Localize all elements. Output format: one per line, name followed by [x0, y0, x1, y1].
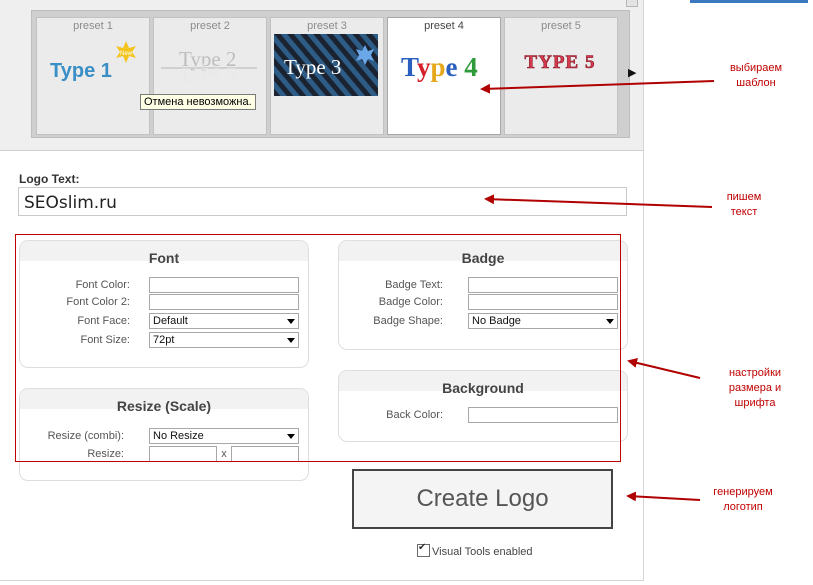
dropdown-arrow-icon	[606, 319, 614, 324]
resize-label: Resize:	[87, 448, 124, 460]
preset-label: preset 1	[73, 20, 113, 32]
preset-tile-3[interactable]: preset 3 Type 3	[270, 17, 384, 135]
visual-tools-checkbox[interactable]	[417, 542, 430, 557]
preset-4-thumbnail: Type 4	[401, 52, 478, 82]
font-color-field[interactable]	[149, 277, 299, 293]
visual-tools-toggle[interactable]: Visual Tools enabled	[417, 542, 533, 558]
annotation-write-text: пишем текст	[726, 191, 762, 218]
preset-label: preset 3	[307, 20, 347, 32]
resize-height-field[interactable]	[231, 446, 299, 462]
preset-1-thumbnail: Type 1 New	[50, 41, 136, 82]
badge-color-label: Badge Color:	[378, 296, 443, 308]
annotation-generate: генерируем логотип	[713, 486, 773, 513]
preset-tile-2[interactable]: preset 2 Type 2 Type 2	[153, 17, 267, 135]
background-group: Background Back Color:	[338, 370, 628, 442]
preset-tile-4[interactable]: preset 4 Type 4	[387, 17, 501, 135]
top-link-bar[interactable]	[690, 0, 808, 3]
resize-combi-value: No Resize	[153, 430, 204, 442]
preset-1-sample-text: Type 1	[50, 60, 112, 82]
font-color2-label: Font Color 2:	[66, 296, 130, 308]
font-color-label: Font Color:	[75, 279, 130, 291]
back-color-label: Back Color:	[386, 409, 443, 421]
badge-text-label: Badge Text:	[385, 279, 443, 291]
dropdown-arrow-icon	[287, 319, 295, 324]
background-group-title: Background	[442, 380, 524, 396]
preset-tile-5[interactable]: preset 5 TYPE 5	[504, 17, 618, 135]
resize-group: Resize (Scale) Resize (combi): No Resize…	[19, 388, 309, 481]
font-color2-field[interactable]	[149, 294, 299, 310]
back-color-field[interactable]	[468, 407, 618, 423]
logo-generator-panel: preset 1 Type 1 New preset 2 Type 2 Type…	[0, 0, 644, 581]
font-group: Font Font Color: Font Color 2: Font Face…	[19, 240, 309, 368]
dropdown-arrow-icon	[287, 434, 295, 439]
font-size-select[interactable]: 72pt	[149, 332, 299, 348]
preset-5-thumbnail: TYPE 5	[524, 52, 596, 74]
preset-label: preset 5	[541, 20, 581, 32]
badge-group: Badge Badge Text: Badge Color: Badge Sha…	[338, 240, 628, 350]
resize-width-field[interactable]	[149, 446, 217, 462]
badge-shape-label: Badge Shape:	[373, 315, 443, 327]
preset-2-reflection: Type 2	[179, 63, 236, 87]
resize-combi-select[interactable]: No Resize	[149, 428, 299, 444]
scrollbar-corner[interactable]	[626, 0, 638, 7]
font-face-value: Default	[153, 315, 188, 327]
dropdown-arrow-icon	[287, 338, 295, 343]
preset-5-sample-text: TYPE 5	[525, 52, 596, 73]
logo-text-input[interactable]: SEOslim.ru	[18, 187, 627, 216]
resize-group-title: Resize (Scale)	[116, 398, 212, 414]
new-badge-icon: New	[116, 41, 136, 63]
preset-3-thumbnail: Type 3	[274, 34, 378, 96]
preset-label: preset 2	[190, 20, 230, 32]
preset-strip: preset 1 Type 1 New preset 2 Type 2 Type…	[31, 10, 630, 138]
badge-group-title: Badge	[461, 250, 505, 266]
resize-separator: x	[221, 448, 227, 460]
badge-color-field[interactable]	[468, 294, 618, 310]
preset-bar: preset 1 Type 1 New preset 2 Type 2 Type…	[0, 0, 643, 151]
preset-4-sample-text: Type 4	[401, 52, 478, 82]
create-logo-button[interactable]: Create Logo	[352, 469, 613, 529]
badge-shape-select[interactable]: No Badge	[468, 313, 618, 329]
font-size-label: Font Size:	[80, 334, 130, 346]
badge-shape-value: No Badge	[472, 315, 521, 327]
logo-text-label: Logo Text:	[19, 172, 80, 186]
preset-tile-1[interactable]: preset 1 Type 1 New	[36, 17, 150, 135]
font-face-label: Font Face:	[77, 315, 130, 327]
next-presets-arrow-icon[interactable]: ▶	[628, 66, 636, 79]
resize-combi-label: Resize (combi):	[47, 430, 124, 442]
font-size-value: 72pt	[153, 334, 175, 346]
preset-label: preset 4	[424, 20, 464, 32]
new-badge-label: New	[120, 51, 133, 57]
tooltip: Отмена невозможна.	[140, 94, 256, 110]
visual-tools-label: Visual Tools enabled	[432, 546, 533, 558]
annotation-settings: настройки размера и шрифта	[728, 367, 782, 409]
preset-3-sample-text: Type 3	[284, 55, 341, 79]
font-group-title: Font	[148, 250, 180, 266]
font-face-select[interactable]: Default	[149, 313, 299, 329]
annotation-choose-template: выбираем шаблон	[729, 62, 783, 89]
preset-2-thumbnail: Type 2 Type 2	[161, 47, 257, 87]
badge-text-field[interactable]	[468, 277, 618, 293]
